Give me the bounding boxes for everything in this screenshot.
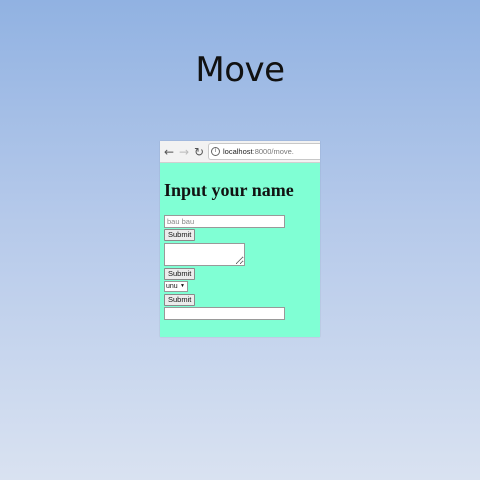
forward-arrow-icon[interactable]: →	[178, 145, 190, 159]
page-heading: Input your name	[164, 180, 294, 200]
bottom-text-input[interactable]	[164, 307, 285, 320]
address-bar[interactable]: i localhost:8000/move.	[208, 143, 320, 160]
submit-button-3[interactable]: Submit	[164, 294, 196, 306]
reload-icon[interactable]: ↻	[193, 145, 205, 159]
browser-toolbar: ← → ↻ i localhost:8000/move.	[160, 141, 320, 163]
browser-screenshot: ← → ↻ i localhost:8000/move. Input your …	[160, 141, 320, 337]
option-select[interactable]: unu ▼	[164, 281, 188, 292]
slide-title: Move	[195, 50, 285, 90]
info-icon[interactable]: i	[211, 147, 220, 156]
select-value: unu	[166, 283, 178, 290]
page-content: Input your name Submit Submit unu ▼ Subm…	[160, 163, 320, 320]
name-input[interactable]	[164, 215, 285, 228]
submit-button-2[interactable]: Submit	[164, 268, 196, 280]
back-arrow-icon[interactable]: ←	[163, 145, 175, 159]
message-textarea[interactable]	[164, 243, 245, 266]
url-path: :8000/move.	[252, 147, 294, 156]
chevron-down-icon: ▼	[180, 283, 185, 289]
url-host: localhost	[223, 147, 253, 156]
submit-button-1[interactable]: Submit	[164, 229, 196, 241]
